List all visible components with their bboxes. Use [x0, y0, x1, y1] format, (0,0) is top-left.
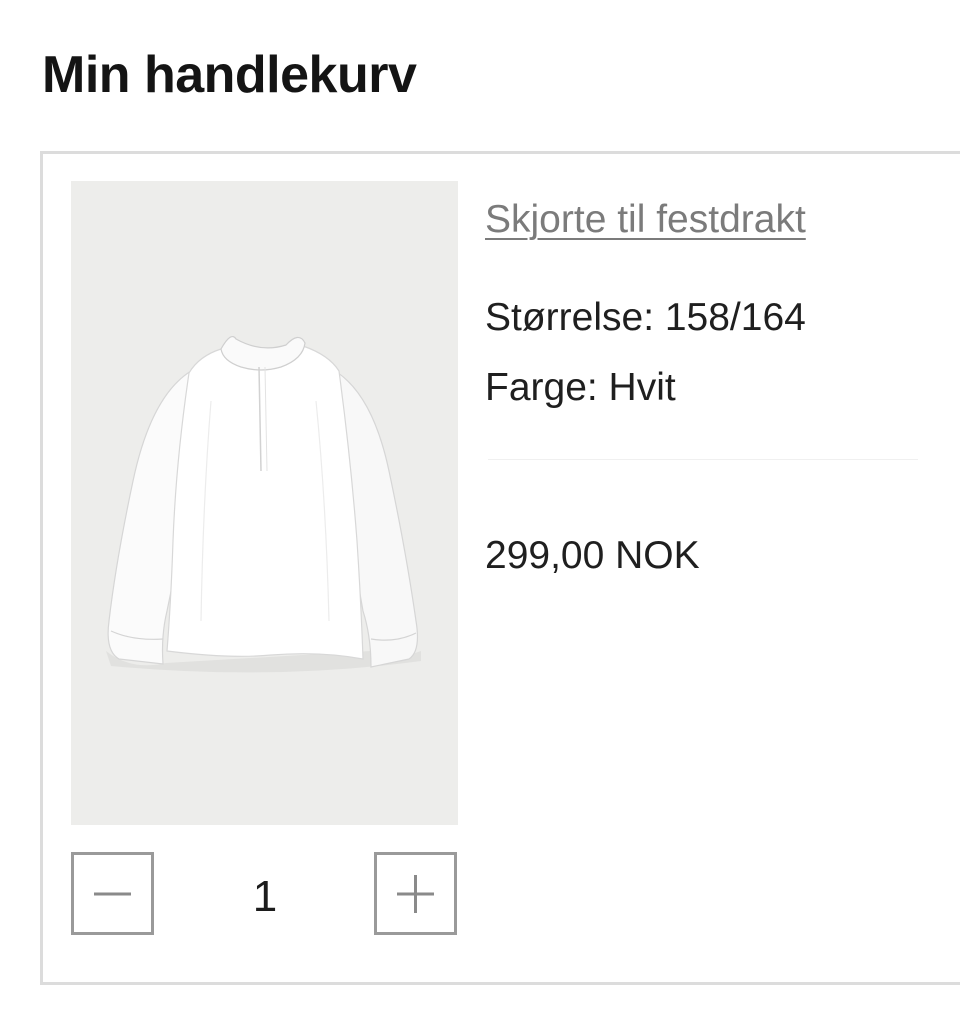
page-title: Min handlekurv: [42, 46, 417, 104]
product-image[interactable]: [71, 181, 458, 825]
product-price: 299,00 NOK: [485, 534, 700, 577]
cart-item: Skjorte til festdrakt Størrelse: 158/164…: [40, 151, 960, 985]
plus-icon: [397, 875, 434, 913]
decrease-quantity-button[interactable]: [71, 852, 154, 935]
divider: [488, 459, 918, 460]
product-name-link[interactable]: Skjorte til festdrakt: [485, 198, 806, 242]
minus-icon: [94, 892, 131, 896]
product-size: Størrelse: 158/164: [485, 296, 806, 339]
increase-quantity-button[interactable]: [374, 852, 457, 935]
white-shirt-image: [106, 336, 421, 673]
quantity-value: 1: [252, 872, 278, 921]
product-color: Farge: Hvit: [485, 366, 676, 409]
